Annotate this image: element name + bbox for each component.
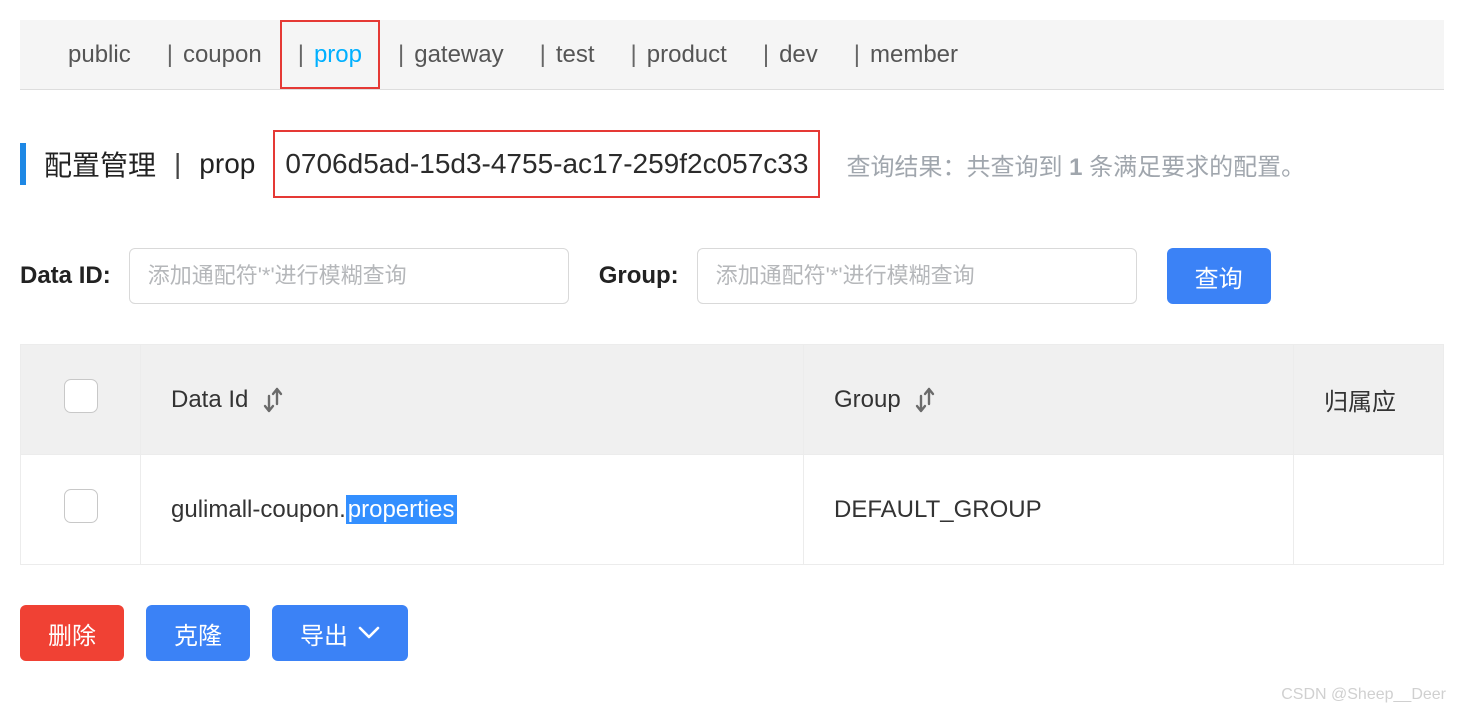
tab-label: coupon (183, 41, 262, 69)
header-data-id-label: Data Id (171, 386, 248, 413)
query-result-suffix: 条满足要求的配置。 (1082, 154, 1305, 181)
tab-label: public (68, 41, 131, 69)
breadcrumb-separator: | (174, 148, 181, 180)
header-group-label: Group (834, 386, 901, 413)
export-button[interactable]: 导出 (272, 605, 408, 661)
namespace-uuid: 0706d5ad-15d3-4755-ac17-259f2c057c33 (273, 130, 820, 198)
tab-label: member (870, 41, 958, 69)
tab-label: prop (314, 41, 362, 69)
tab-coupon[interactable]: | coupon (149, 20, 280, 89)
clone-button-label: 克隆 (174, 616, 222, 651)
header-app-label: 归属应 (1324, 389, 1396, 416)
delete-button-label: 删除 (48, 616, 96, 651)
watermark: CSDN @Sheep__Deer (1281, 686, 1446, 704)
row-checkbox[interactable] (64, 489, 98, 523)
query-result-count: 1 (1069, 154, 1082, 181)
row-checkbox-cell (21, 455, 141, 565)
tab-separator: | (398, 41, 404, 69)
config-table: Data Id Group 归属应 (20, 344, 1444, 565)
header-app[interactable]: 归属应 (1294, 345, 1444, 455)
clone-button[interactable]: 克隆 (146, 605, 250, 661)
data-id-prefix: gulimall-coupon. (171, 496, 346, 523)
tab-label: test (556, 41, 595, 69)
header-data-id[interactable]: Data Id (141, 345, 804, 455)
namespace-tabs: | public | coupon | prop | gateway | tes… (20, 20, 1444, 90)
delete-button[interactable]: 删除 (20, 605, 124, 661)
page-title: 配置管理 (44, 144, 156, 184)
tab-test[interactable]: | test (522, 20, 613, 89)
breadcrumb: 配置管理 | prop 0706d5ad-15d3-4755-ac17-259f… (20, 130, 1444, 198)
tab-dev[interactable]: | dev (745, 20, 836, 89)
cell-data-id[interactable]: gulimall-coupon.properties (141, 455, 804, 565)
tab-separator: | (631, 41, 637, 69)
tab-product[interactable]: | product (613, 20, 745, 89)
data-id-label: Data ID: (20, 262, 111, 290)
group-label: Group: (599, 262, 679, 290)
query-result-text: 查询结果：共查询到 1 条满足要求的配置。 (846, 147, 1305, 182)
data-id-input[interactable] (129, 248, 569, 304)
group-input[interactable] (697, 248, 1137, 304)
tab-separator: | (540, 41, 546, 69)
field-data-id: Data ID: (20, 248, 569, 304)
tab-public[interactable]: | public (50, 20, 149, 89)
table-header-row: Data Id Group 归属应 (21, 345, 1444, 455)
tab-prop[interactable]: | prop (280, 20, 380, 89)
accent-bar (20, 143, 26, 185)
header-group[interactable]: Group (804, 345, 1294, 455)
chevron-down-icon (358, 619, 380, 647)
query-result-prefix: 查询结果：共查询到 (846, 154, 1069, 181)
sort-icon (263, 387, 283, 413)
cell-app (1294, 455, 1444, 565)
tab-separator: | (167, 41, 173, 69)
tab-label: gateway (414, 41, 503, 69)
breadcrumb-scope: prop (199, 148, 255, 180)
query-button[interactable]: 查询 (1167, 248, 1271, 304)
cell-group: DEFAULT_GROUP (804, 455, 1294, 565)
field-group: Group: (599, 248, 1137, 304)
tab-member[interactable]: | member (836, 20, 976, 89)
sort-icon (915, 387, 935, 413)
query-button-label: 查询 (1195, 259, 1243, 294)
tab-separator: | (763, 41, 769, 69)
bulk-actions: 删除 克隆 导出 (20, 605, 1444, 661)
tab-label: product (647, 41, 727, 69)
header-checkbox-cell (21, 345, 141, 455)
table-row: gulimall-coupon.properties DEFAULT_GROUP (21, 455, 1444, 565)
data-id-highlight: properties (346, 495, 457, 524)
select-all-checkbox[interactable] (64, 379, 98, 413)
tab-gateway[interactable]: | gateway (380, 20, 522, 89)
tab-separator: | (298, 41, 304, 69)
tab-separator: | (854, 41, 860, 69)
search-form: Data ID: Group: 查询 (20, 248, 1444, 304)
tab-label: dev (779, 41, 818, 69)
export-button-label: 导出 (300, 616, 348, 651)
